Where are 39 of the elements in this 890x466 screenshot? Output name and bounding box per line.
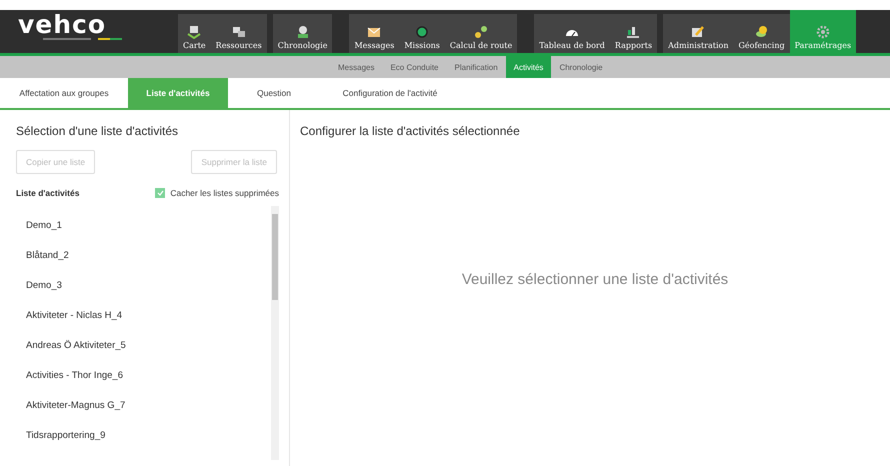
nav-item[interactable]: Missions bbox=[399, 14, 445, 53]
panel-title: Configurer la liste d'activités sélectionnée bbox=[300, 124, 521, 138]
nav-item[interactable]: Rapports bbox=[610, 14, 658, 53]
list-item[interactable]: Tidsrapportering_9 bbox=[16, 420, 271, 450]
bar-chart-icon bbox=[626, 25, 640, 39]
envelope-icon bbox=[367, 25, 382, 39]
sub-nav-item[interactable]: Messages bbox=[330, 56, 382, 78]
list-item[interactable]: Demo_3 bbox=[16, 270, 271, 300]
list-item[interactable]: Aktiviteter-Magnus G_7 bbox=[16, 390, 271, 420]
shape-icon bbox=[754, 25, 769, 39]
nav-item[interactable]: Messages bbox=[349, 14, 400, 53]
settings-icon bbox=[816, 25, 830, 39]
list-item[interactable]: Demo_1 bbox=[16, 210, 271, 240]
list-label: Liste d'activités bbox=[16, 188, 80, 198]
nav-item[interactable]: Géofencing bbox=[734, 14, 790, 53]
nav-item[interactable]: Tableau de bord bbox=[534, 14, 610, 53]
list-item[interactable]: Andreas Ö Aktiviteter_5 bbox=[16, 330, 271, 360]
checkbox[interactable] bbox=[155, 188, 166, 198]
coins-icon bbox=[474, 25, 488, 39]
list-item[interactable]: Activities - Thor Inge_6 bbox=[16, 360, 271, 390]
check-circle-icon bbox=[415, 25, 430, 39]
nav-item[interactable]: Administration bbox=[663, 14, 734, 53]
documents-icon bbox=[232, 25, 246, 39]
nav-item[interactable]: Calcul de route bbox=[444, 14, 518, 53]
sub-nav-item[interactable]: Chronologie bbox=[551, 56, 611, 78]
pencil-icon bbox=[691, 25, 706, 39]
sub-nav-item[interactable]: Planification bbox=[446, 56, 506, 78]
list-item[interactable]: Blåtand_2 bbox=[16, 240, 271, 270]
nav-item[interactable]: Chronologie bbox=[272, 14, 332, 53]
list-item[interactable]: Aktiviteter - Niclas H_4 bbox=[16, 300, 271, 330]
logo: vehco bbox=[18, 14, 108, 36]
empty-message: Veuillez sélectionner une liste d'activités bbox=[462, 271, 728, 288]
logo-stripe-icon bbox=[43, 38, 123, 41]
nav-item[interactable]: Carte bbox=[178, 14, 211, 53]
checkbox-label: Cacher les listes supprimées bbox=[170, 188, 279, 198]
nav-item[interactable]: Ressources bbox=[210, 14, 267, 53]
panel-title: Sélection d'une liste d'activités bbox=[16, 124, 180, 138]
sub-nav-item[interactable]: Eco Conduite bbox=[382, 56, 446, 78]
scrollbar[interactable] bbox=[271, 206, 279, 460]
